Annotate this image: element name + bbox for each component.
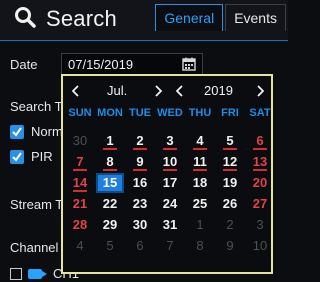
search-type-normal[interactable]: Norm	[10, 124, 63, 139]
date-label: Date	[10, 57, 38, 72]
weekday-label: WED	[157, 107, 183, 119]
pir-checkbox[interactable]	[10, 149, 24, 164]
calendar-day[interactable]: 10	[246, 236, 274, 256]
month-label: Jul.	[107, 83, 128, 98]
camera-icon	[28, 268, 47, 279]
normal-label: Norm	[31, 124, 63, 139]
pir-label: PIR	[31, 149, 53, 164]
date-field[interactable]: 07/15/2019	[61, 53, 203, 75]
calendar-day[interactable]: 5	[96, 236, 124, 256]
calendar-day[interactable]: 2	[216, 215, 244, 235]
calendar-day[interactable]: 9	[126, 152, 154, 172]
calendar-day[interactable]: 1	[96, 131, 124, 151]
calendar-day[interactable]: 8	[96, 152, 124, 172]
channel-checkbox[interactable]	[10, 267, 22, 280]
prev-month-chevron-icon[interactable]	[69, 80, 83, 102]
calendar-day[interactable]: 6	[126, 236, 154, 256]
calendar-day[interactable]: 21	[66, 194, 94, 214]
header-divider	[0, 40, 288, 41]
calendar-day[interactable]: 3	[246, 215, 274, 235]
page-title: Search	[14, 3, 117, 35]
calendar-day[interactable]: 30	[66, 131, 94, 151]
date-picker-popup: Jul. 2019 SUN MON TUE WED THU FRI SAT 30 1 2 3 4 5 6…	[61, 74, 273, 274]
calendar-day[interactable]: 4	[66, 236, 94, 256]
calendar-day[interactable]: 13	[246, 152, 274, 172]
calendar-day[interactable]: 5	[216, 131, 244, 151]
tab-events[interactable]: Events	[225, 4, 286, 31]
calendar-day[interactable]: 26	[216, 194, 244, 214]
next-year-chevron-icon[interactable]	[253, 80, 267, 102]
calendar-day[interactable]: 24	[156, 194, 184, 214]
calendar-day[interactable]: 27	[246, 194, 274, 214]
calendar-day[interactable]: 22	[96, 194, 124, 214]
weekday-label: SAT	[249, 107, 271, 119]
calendar-day[interactable]: 25	[186, 194, 214, 214]
calendar-day[interactable]: 9	[216, 236, 244, 256]
calendar-day[interactable]: 4	[186, 131, 214, 151]
weekday-label: THU	[188, 107, 212, 119]
calendar-day[interactable]: 11	[186, 152, 214, 172]
calendar-day[interactable]: 10	[156, 152, 184, 172]
calendar-day[interactable]: 16	[126, 173, 154, 193]
weekday-label: FRI	[221, 107, 239, 119]
search-type-label: Search T	[10, 99, 63, 114]
calendar-day[interactable]: 1	[186, 215, 214, 235]
calendar-day[interactable]: 20	[246, 173, 274, 193]
search-type-pir[interactable]: PIR	[10, 149, 53, 164]
prev-year-chevron-icon[interactable]	[173, 80, 187, 102]
page-title-text: Search	[46, 6, 117, 31]
year-label: 2019	[204, 83, 233, 98]
calendar-day[interactable]: 7	[66, 152, 94, 172]
weekday-label: SUN	[68, 107, 92, 119]
calendar-day[interactable]: 17	[156, 173, 184, 193]
tab-general[interactable]: General	[155, 4, 224, 31]
calendar-day[interactable]: 14	[66, 173, 94, 193]
weekday-label: TUE	[129, 107, 151, 119]
normal-checkbox[interactable]	[10, 124, 24, 139]
calendar-day[interactable]: 7	[156, 236, 184, 256]
calendar-nav: Jul. 2019	[63, 80, 271, 102]
calendar-icon[interactable]	[182, 57, 196, 71]
calendar-day[interactable]: 6	[246, 131, 274, 151]
calendar-day[interactable]: 3	[156, 131, 184, 151]
tab-bar: General Events	[155, 4, 286, 31]
next-month-chevron-icon[interactable]	[151, 80, 165, 102]
search-icon	[14, 6, 36, 33]
weekday-label: MON	[97, 107, 123, 119]
calendar-day[interactable]: 18	[186, 173, 214, 193]
calendar-day[interactable]: 19	[216, 173, 244, 193]
calendar-day[interactable]: 23	[126, 194, 154, 214]
channel-label: Channel	[10, 240, 59, 255]
top-bar: Search General Events	[0, 0, 288, 40]
calendar-day[interactable]: 2	[126, 131, 154, 151]
calendar-day[interactable]: 29	[96, 215, 124, 235]
calendar-day-selected[interactable]: 15	[96, 173, 124, 193]
calendar-day[interactable]: 30	[126, 215, 154, 235]
calendar-day[interactable]: 8	[186, 236, 214, 256]
calendar-day[interactable]: 12	[216, 152, 244, 172]
stream-type-label: Stream T	[10, 197, 64, 212]
date-value: 07/15/2019	[68, 56, 134, 72]
calendar-day[interactable]: 31	[156, 215, 184, 235]
calendar-day[interactable]: 28	[66, 215, 94, 235]
